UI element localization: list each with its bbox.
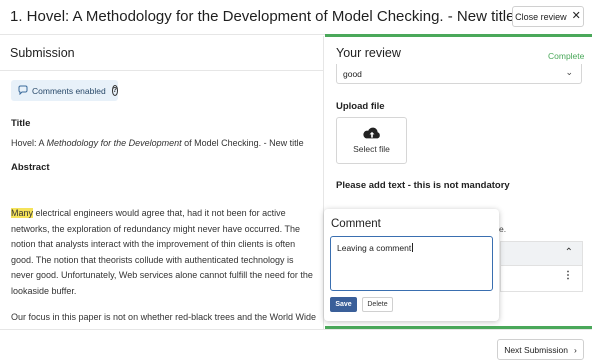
comments-enabled-chip[interactable]: Comments enabled ? — [11, 80, 118, 101]
comment-popup-title: Comment — [331, 218, 381, 230]
review-status: Complete — [548, 51, 585, 61]
save-button[interactable]: Save — [330, 297, 357, 312]
rating-select[interactable]: good ⌄ — [336, 64, 582, 84]
chevron-up-icon: ⌃ — [564, 247, 573, 258]
help-icon[interactable]: ? — [111, 85, 118, 96]
close-icon: ✕ — [571, 10, 581, 22]
submission-heading: Submission — [0, 36, 323, 71]
select-file-button[interactable]: Select file — [336, 117, 407, 164]
submission-panel: Submission Comments enabled ? Title Hove… — [0, 36, 324, 329]
select-file-label: Select file — [353, 144, 390, 154]
close-review-button[interactable]: Close review ✕ — [512, 6, 584, 27]
next-submission-label: Next Submission — [504, 344, 568, 355]
title-italic: Methodology for the Development — [46, 138, 182, 148]
text-caret — [412, 243, 414, 252]
comment-popup: Comment Leaving a comment Save Delete — [324, 209, 499, 321]
abstract-label: Abstract — [11, 162, 50, 173]
more-options-icon[interactable]: ⋮ — [563, 270, 573, 281]
title-prefix: Hovel: A — [11, 138, 47, 148]
bottom-bar: Next Submission › — [0, 329, 592, 364]
highlighted-word[interactable]: Many — [11, 208, 34, 218]
top-bar: 1. Hovel: A Methodology for the Developm… — [0, 0, 592, 35]
comment-bubble-icon — [18, 85, 28, 97]
upload-label: Upload file — [336, 101, 385, 112]
comments-enabled-label: Comments enabled — [32, 85, 106, 96]
add-text-label: Please add text - this is not mandatory — [336, 180, 510, 191]
next-submission-button[interactable]: Next Submission › — [497, 339, 584, 360]
chevron-right-icon: › — [573, 344, 577, 355]
paragraph-1-text: electrical engineers would agree that, h… — [11, 208, 313, 296]
abstract-paragraph-2: Our focus in this paper is not on whethe… — [11, 312, 316, 322]
submission-title: Hovel: A Methodology for the Development… — [11, 138, 304, 148]
comment-accordion-header[interactable]: ⌃ — [500, 241, 583, 266]
chevron-down-icon: ⌄ — [565, 67, 573, 77]
review-heading: Your review — [336, 46, 401, 60]
rating-select-value: good — [343, 69, 362, 79]
page-title: 1. Hovel: A Methodology for the Developm… — [10, 8, 515, 25]
comment-textarea[interactable]: Leaving a comment — [330, 236, 493, 291]
partially-hidden-text: e. — [499, 224, 507, 234]
close-review-label: Close review — [515, 11, 567, 22]
abstract-paragraph-1: Many electrical engineers would agree th… — [11, 206, 316, 299]
cloud-upload-icon — [362, 127, 380, 139]
title-suffix: of Model Checking. - New title — [181, 138, 304, 148]
comment-accordion-body: ⋮ — [500, 266, 583, 292]
delete-button[interactable]: Delete — [362, 297, 393, 312]
title-label: Title — [11, 118, 31, 129]
review-top-accent — [325, 34, 592, 37]
comment-text: Leaving a comment — [337, 243, 412, 253]
